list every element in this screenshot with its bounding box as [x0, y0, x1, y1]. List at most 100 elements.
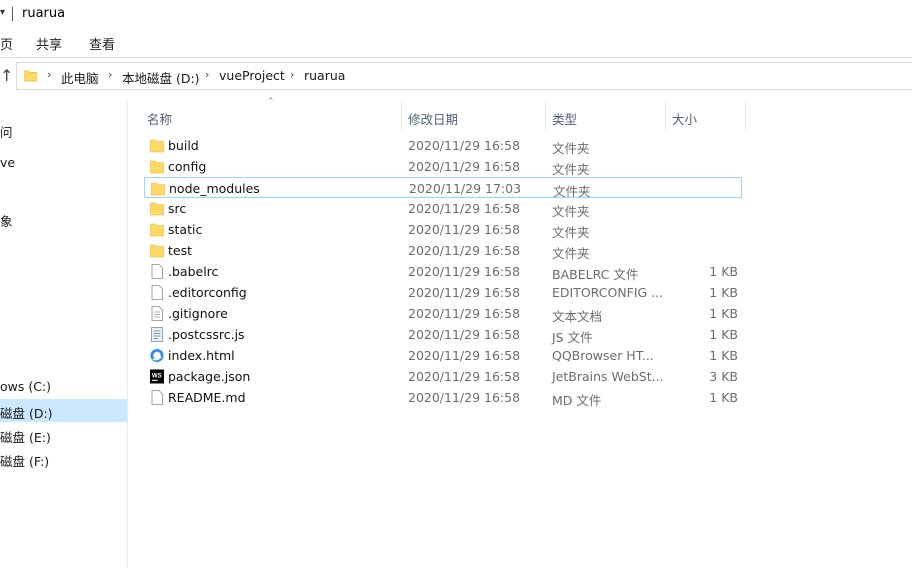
- window-title: ruarua: [22, 6, 66, 21]
- up-arrow-icon[interactable]: ↑: [0, 66, 14, 86]
- file-size: 1 KB: [709, 327, 738, 342]
- chevron-right-icon[interactable]: ›: [205, 68, 209, 81]
- file-type: JS 文件: [552, 330, 593, 345]
- file-size: 3 KB: [709, 369, 738, 384]
- file-name: node_modules: [169, 181, 260, 196]
- file-name: static: [168, 222, 203, 237]
- chevron-right-icon[interactable]: ›: [290, 68, 294, 81]
- file-row[interactable]: .babelrc 2020/11/29 16:58 BABELRC 文件 1 KB: [144, 261, 742, 282]
- column-header-size[interactable]: 大小: [672, 109, 697, 128]
- file-type: JetBrains WebSt...: [552, 369, 664, 384]
- file-type: QQBrowser HT...: [552, 348, 654, 363]
- file-type: 文本文档: [552, 309, 603, 324]
- tab-share[interactable]: 共享: [36, 34, 62, 53]
- nav-item-drive-d[interactable]: 磁盘 (D:): [0, 403, 53, 422]
- qqbrowser-html-icon: [150, 348, 164, 363]
- tab-home[interactable]: 页: [0, 34, 13, 53]
- folder-icon: [150, 139, 164, 153]
- folder-icon: [150, 202, 164, 216]
- breadcrumb-ruarua[interactable]: ruarua: [304, 68, 345, 83]
- column-header-type[interactable]: 类型: [552, 109, 577, 128]
- chevron-right-icon[interactable]: ›: [108, 68, 112, 81]
- ribbon-divider: [0, 57, 912, 58]
- file-modified-date: 2020/11/29 16:58: [408, 222, 521, 237]
- file-name: .gitignore: [168, 306, 228, 321]
- folder-icon: [150, 223, 164, 237]
- folder-icon: [150, 244, 164, 258]
- file-type: 文件夹: [552, 225, 590, 240]
- file-type: 文件夹: [552, 162, 590, 177]
- file-size: 1 KB: [709, 348, 738, 363]
- file-type: 文件夹: [552, 204, 590, 219]
- file-name: config: [168, 159, 207, 174]
- file-modified-date: 2020/11/29 16:58: [408, 201, 521, 216]
- file-name: build: [168, 138, 199, 153]
- folder-icon: [150, 160, 164, 174]
- nav-item-drive-f[interactable]: 磁盘 (F:): [0, 451, 49, 470]
- navigation-pane: [0, 100, 128, 568]
- file-modified-date: 2020/11/29 16:58: [408, 159, 521, 174]
- file-row[interactable]: config 2020/11/29 16:58 文件夹: [144, 156, 742, 177]
- file-name: .babelrc: [168, 264, 219, 279]
- file-row[interactable]: node_modules 2020/11/29 17:03 文件夹: [144, 177, 742, 199]
- column-divider[interactable]: [401, 102, 402, 130]
- file-modified-date: 2020/11/29 16:58: [408, 327, 521, 342]
- js-file-icon: [151, 327, 163, 342]
- file-type: EDITORCONFIG ...: [552, 285, 664, 300]
- file-modified-date: 2020/11/29 16:58: [408, 138, 521, 153]
- folder-icon: [24, 70, 37, 82]
- column-divider[interactable]: [545, 102, 546, 130]
- file-row[interactable]: WS package.json 2020/11/29 16:58 JetBrains …: [144, 366, 742, 387]
- breadcrumb-drive-d[interactable]: 本地磁盘 (D:): [122, 68, 200, 87]
- file-row[interactable]: .gitignore 2020/11/29 16:58 文本文档 1 KB: [144, 303, 742, 324]
- file-size: 1 KB: [709, 264, 738, 279]
- file-icon: [151, 264, 163, 279]
- file-type: BABELRC 文件: [552, 267, 639, 282]
- file-name: package.json: [168, 369, 251, 384]
- file-name: README.md: [168, 390, 246, 405]
- nav-item-objects[interactable]: 象: [0, 211, 13, 230]
- file-modified-date: 2020/11/29 16:58: [408, 348, 521, 363]
- file-icon: [151, 390, 163, 405]
- nav-item-drive-e[interactable]: 磁盘 (E:): [0, 427, 51, 446]
- chevron-right-icon[interactable]: ›: [47, 68, 51, 81]
- breadcrumb-this-pc[interactable]: 此电脑: [61, 68, 99, 87]
- file-row[interactable]: test 2020/11/29 16:58 文件夹: [144, 240, 742, 261]
- file-icon: [151, 285, 163, 300]
- file-name: index.html: [168, 348, 235, 363]
- column-header-name[interactable]: 名称: [147, 109, 172, 128]
- tab-view[interactable]: 查看: [89, 34, 115, 53]
- folder-icon: [151, 182, 165, 196]
- column-header-date[interactable]: 修改日期: [408, 109, 458, 128]
- file-modified-date: 2020/11/29 16:58: [408, 243, 521, 258]
- column-divider[interactable]: [745, 102, 746, 130]
- file-row[interactable]: src 2020/11/29 16:58 文件夹: [144, 198, 742, 219]
- file-type: 文件夹: [552, 246, 590, 261]
- file-size: 1 KB: [709, 306, 738, 321]
- title-separator: [12, 7, 13, 21]
- breadcrumb-vueproject[interactable]: vueProject: [219, 68, 285, 83]
- column-divider[interactable]: [665, 102, 666, 130]
- file-modified-date: 2020/11/29 16:58: [408, 264, 521, 279]
- file-name: src: [168, 201, 187, 216]
- file-row[interactable]: build 2020/11/29 16:58 文件夹: [144, 135, 742, 156]
- file-modified-date: 2020/11/29 17:03: [409, 181, 522, 196]
- file-modified-date: 2020/11/29 16:58: [408, 390, 521, 405]
- file-size: 1 KB: [709, 390, 738, 405]
- nav-item-onedrive[interactable]: ve: [0, 155, 15, 170]
- file-size: 1 KB: [709, 285, 738, 300]
- file-name: .postcssrc.js: [168, 327, 245, 342]
- file-row[interactable]: static 2020/11/29 16:58 文件夹: [144, 219, 742, 240]
- svg-text:WS: WS: [152, 373, 162, 379]
- file-row[interactable]: .editorconfig 2020/11/29 16:58 EDITORCONFI…: [144, 282, 742, 303]
- file-name: .editorconfig: [168, 285, 247, 300]
- quick-access-dropdown-icon[interactable]: ▾: [0, 7, 8, 21]
- file-name: test: [168, 243, 193, 258]
- nav-item-quick-access[interactable]: 问: [0, 122, 13, 141]
- file-row[interactable]: index.html 2020/11/29 16:58 QQBrowser HT..…: [144, 345, 742, 366]
- file-row[interactable]: README.md 2020/11/29 16:58 MD 文件 1 KB: [144, 387, 742, 408]
- nav-item-drive-c[interactable]: ows (C:): [0, 379, 51, 394]
- file-type: 文件夹: [552, 141, 590, 156]
- file-row[interactable]: .postcssrc.js 2020/11/29 16:58 JS 文件 1 KB: [144, 324, 742, 345]
- webstorm-icon: WS: [150, 369, 164, 384]
